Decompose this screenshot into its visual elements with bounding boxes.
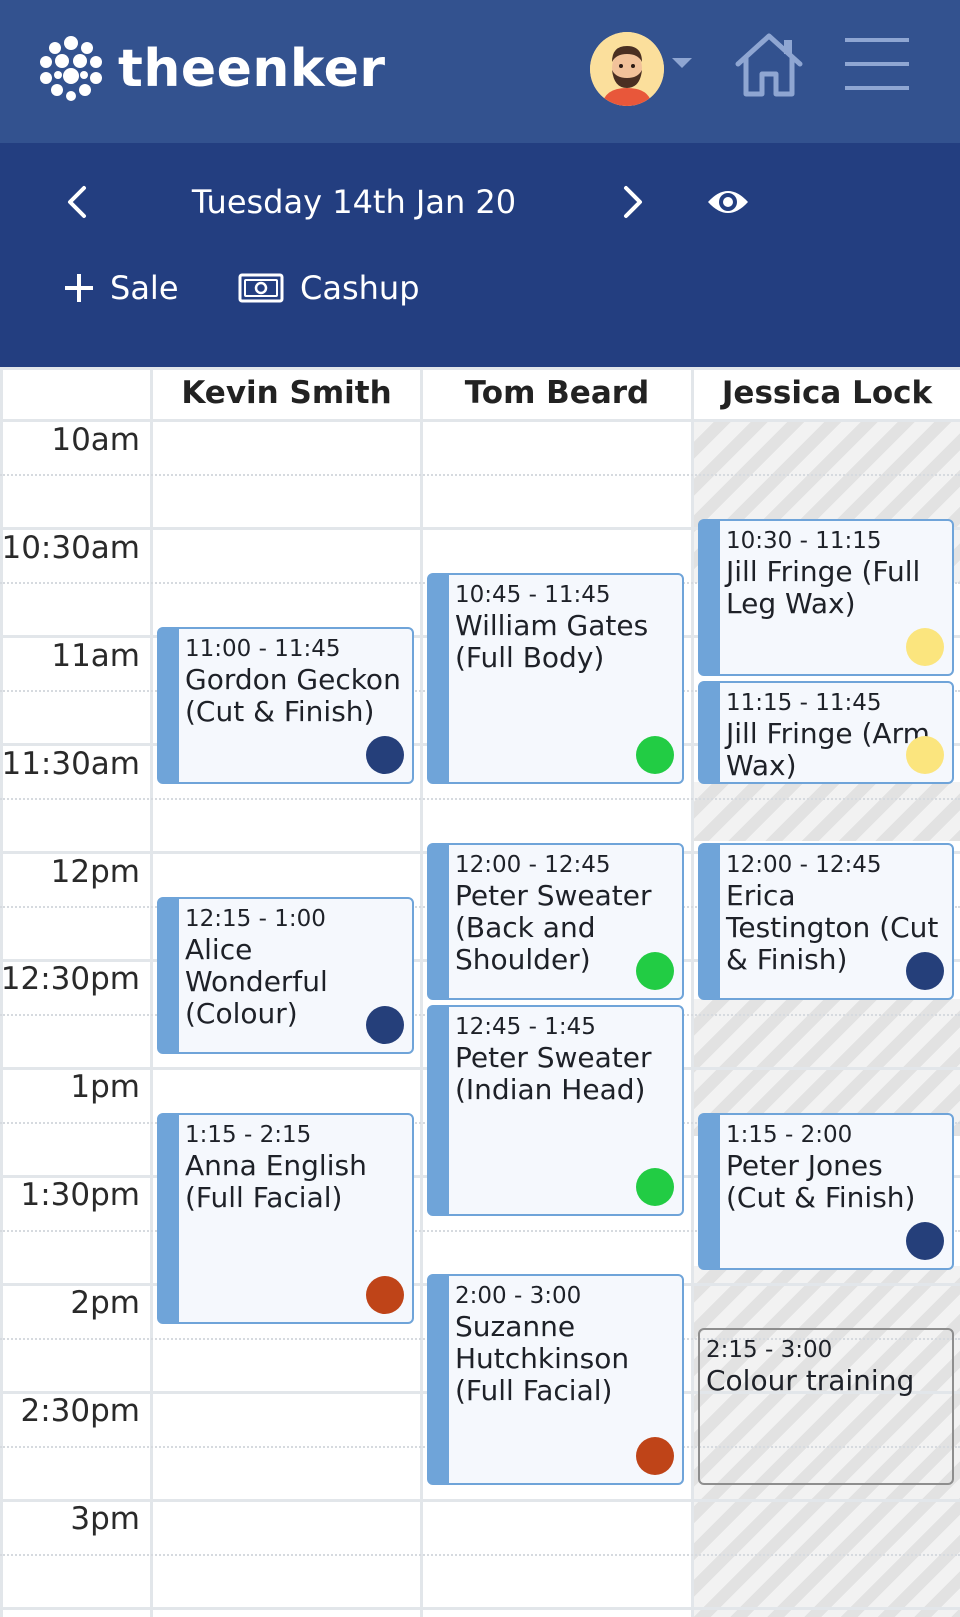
- appointment-time: 11:15 - 11:45: [726, 690, 882, 716]
- appointment-client: Gordon Geckon (Cut & Finish): [185, 663, 401, 728]
- appointment-card[interactable]: 10:30 - 11:15 Jill Fringe (Full Leg Wax): [698, 519, 954, 676]
- hamburger-menu-icon: [845, 38, 909, 90]
- grid-line: [0, 1607, 960, 1610]
- top-app-bar: theenker: [0, 0, 960, 143]
- time-label: 10am: [51, 422, 140, 458]
- status-dot: [366, 1006, 404, 1044]
- appointment-client: Colour training: [706, 1364, 915, 1397]
- home-button[interactable]: [732, 30, 806, 100]
- status-dot: [636, 1437, 674, 1475]
- appointment-client: Jill Fringe (Full Leg Wax): [726, 555, 921, 620]
- bubbles-logo-icon: [40, 36, 102, 101]
- grid-line: [0, 1499, 960, 1502]
- next-day-button[interactable]: [618, 182, 648, 222]
- time-label: 10:30am: [1, 530, 140, 566]
- blocked-time-card[interactable]: 2:15 - 3:00 Colour training: [698, 1328, 954, 1485]
- appointment-time: 10:45 - 11:45: [455, 582, 611, 608]
- status-dot: [636, 736, 674, 774]
- chevron-left-icon: [68, 186, 86, 218]
- plus-icon: [65, 274, 93, 302]
- appointment-card[interactable]: 1:15 - 2:00 Peter Jones (Cut & Finish): [698, 1113, 954, 1270]
- appointment-time: 10:30 - 11:15: [726, 528, 882, 554]
- status-dot: [906, 952, 944, 990]
- column-header-kevin-smith: Kevin Smith: [181, 375, 392, 411]
- appointment-time: 2:00 - 3:00: [455, 1283, 582, 1309]
- time-label: 1:30pm: [20, 1177, 141, 1213]
- status-dot: [906, 1222, 944, 1260]
- banknote-icon: [238, 273, 284, 303]
- new-sale-button[interactable]: Sale: [64, 268, 179, 308]
- avatar-icon: [590, 32, 664, 106]
- previous-day-button[interactable]: [62, 182, 92, 222]
- appointment-time: 12:45 - 1:45: [455, 1014, 596, 1040]
- time-label: 12:30pm: [0, 961, 140, 997]
- grid-line: [691, 367, 694, 1617]
- current-date[interactable]: Tuesday 14th Jan 20: [150, 180, 558, 224]
- brand-logo[interactable]: theenker: [36, 34, 386, 104]
- appointment-card[interactable]: 12:00 - 12:45 Peter Sweater (Back and Sh…: [427, 843, 684, 1000]
- appointment-client: Anna English (Full Facial): [185, 1149, 367, 1214]
- unavailable-slot: [694, 782, 960, 841]
- appointment-card[interactable]: 1:15 - 2:15 Anna English (Full Facial): [157, 1113, 414, 1324]
- time-label: 11am: [51, 638, 140, 674]
- sale-label: Sale: [110, 269, 179, 307]
- appointment-client: Peter Jones (Cut & Finish): [726, 1149, 916, 1214]
- appointment-time: 11:00 - 11:45: [185, 636, 341, 662]
- date-toolbar: [0, 143, 960, 367]
- cashup-label: Cashup: [300, 269, 420, 307]
- appointment-client: Suzanne Hutchkinson (Full Facial): [455, 1310, 630, 1407]
- time-label: 11:30am: [1, 746, 140, 782]
- appointment-time: 2:15 - 3:00: [706, 1337, 833, 1363]
- grid-line-dotted: [0, 474, 960, 476]
- time-label: 1pm: [70, 1069, 140, 1105]
- column-header-jessica-lock: Jessica Lock: [721, 375, 933, 411]
- brand-name: theenker: [118, 39, 386, 99]
- time-label: 2pm: [70, 1285, 140, 1321]
- appointment-card[interactable]: 10:45 - 11:45 William Gates (Full Body): [427, 573, 684, 784]
- appointment-time: 1:15 - 2:15: [185, 1122, 312, 1148]
- chevron-down-icon[interactable]: [672, 58, 692, 68]
- grid-line: [150, 367, 153, 1617]
- time-label: 3pm: [70, 1501, 140, 1537]
- view-toggle-button[interactable]: [706, 186, 750, 218]
- status-dot: [636, 952, 674, 990]
- grid-line-dotted: [0, 1554, 960, 1556]
- appointment-calendar: Kevin Smith Tom Beard Jessica Lock 10am …: [0, 367, 960, 1617]
- status-dot: [636, 1168, 674, 1206]
- appointment-client: Peter Sweater (Indian Head): [455, 1041, 652, 1106]
- appointment-time: 12:15 - 1:00: [185, 906, 326, 932]
- grid-line: [420, 367, 423, 1617]
- time-label: 12pm: [50, 854, 140, 890]
- appointment-time: 1:15 - 2:00: [726, 1122, 853, 1148]
- menu-button[interactable]: [845, 36, 909, 92]
- home-icon: [735, 33, 803, 97]
- appointment-card[interactable]: 11:00 - 11:45 Gordon Geckon (Cut & Finis…: [157, 627, 414, 784]
- appointment-time: 12:00 - 12:45: [455, 852, 611, 878]
- cashup-button[interactable]: Cashup: [238, 268, 420, 308]
- status-dot: [906, 628, 944, 666]
- appointment-card[interactable]: 2:00 - 3:00 Suzanne Hutchkinson (Full Fa…: [427, 1274, 684, 1485]
- appointment-time: 12:00 - 12:45: [726, 852, 882, 878]
- appointment-card[interactable]: 11:15 - 11:45 Jill Fringe (Arm Wax): [698, 681, 954, 784]
- column-header-tom-beard: Tom Beard: [464, 375, 650, 411]
- appointment-card[interactable]: 12:00 - 12:45 Erica Testington (Cut & Fi…: [698, 843, 954, 1000]
- grid-line-dotted: [0, 798, 960, 800]
- chevron-right-icon: [624, 186, 642, 218]
- time-label: 2:30pm: [20, 1393, 141, 1429]
- appointment-card[interactable]: 12:45 - 1:45 Peter Sweater (Indian Head): [427, 1005, 684, 1216]
- appointment-card[interactable]: 12:15 - 1:00 Alice Wonderful (Colour): [157, 897, 414, 1054]
- status-dot: [906, 736, 944, 774]
- eye-icon: [708, 191, 748, 213]
- appointment-client: William Gates (Full Body): [455, 609, 649, 674]
- status-dot: [366, 736, 404, 774]
- status-dot: [366, 1276, 404, 1314]
- user-avatar[interactable]: [590, 32, 664, 106]
